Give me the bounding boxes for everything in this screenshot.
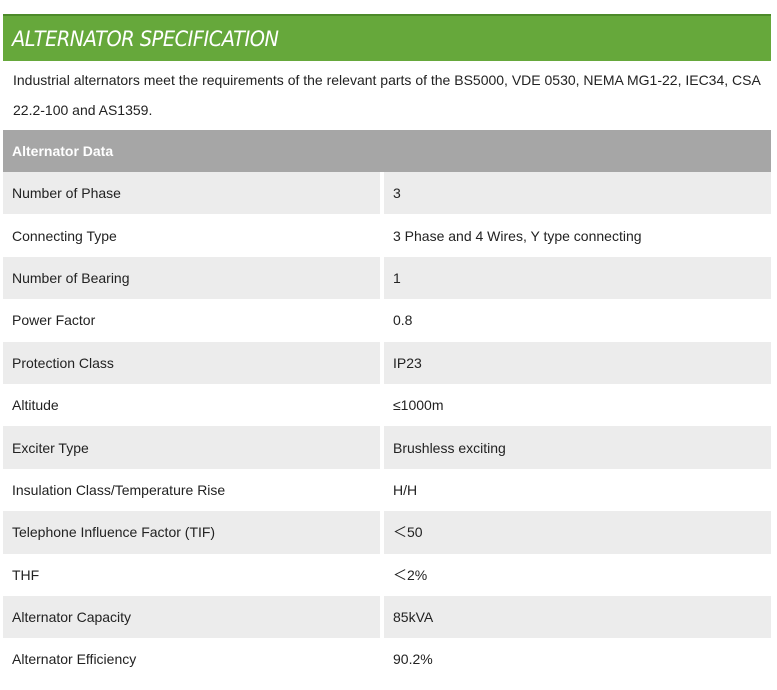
row-label: Connecting Type [3, 214, 384, 257]
row-value: ＜50 [393, 524, 423, 541]
row-label: Exciter Type [3, 426, 384, 469]
spec-table: Number of Phase 3 Connecting Type 3 Phas… [3, 172, 771, 681]
table-row: THF ＜2% [3, 553, 771, 596]
table-row: Altitude ≤1000m [3, 383, 771, 427]
table-row: Power Factor 0.8 [3, 299, 771, 342]
row-label: Alternator Capacity [3, 595, 384, 639]
row-value: 85kVA [393, 609, 434, 626]
spec-page: ALTERNATOR SPECIFICATION Industrial alte… [0, 0, 777, 690]
row-value: ＜2% [393, 566, 428, 583]
section-header: Alternator Data [3, 130, 771, 172]
row-label: Telephone Influence Factor (TIF) [3, 511, 384, 554]
row-value: H/H [393, 481, 418, 498]
row-label: THF [3, 553, 384, 596]
row-value: 90.2% [393, 651, 433, 668]
intro-text: Industrial alternators meet the requirem… [13, 72, 761, 118]
table-row: Number of Bearing 1 [3, 256, 771, 300]
row-label: Power Factor [3, 299, 384, 342]
table-row: Connecting Type 3 Phase and 4 Wires, Y t… [3, 214, 771, 257]
row-label: Alternator Efficiency [3, 638, 384, 681]
table-row: Alternator Capacity 85kVA [3, 595, 771, 639]
row-value: 1 [393, 269, 401, 286]
row-value: 3 Phase and 4 Wires, Y type connecting [393, 227, 642, 244]
title-bar: ALTERNATOR SPECIFICATION [3, 14, 771, 61]
table-row: Exciter Type Brushless exciting [3, 426, 771, 469]
table-row: Telephone Influence Factor (TIF) ＜50 [3, 511, 771, 554]
row-label: Protection Class [3, 341, 384, 384]
row-value: 3 [393, 185, 401, 202]
row-label: Number of Phase [3, 172, 384, 215]
row-value: 0.8 [393, 312, 413, 329]
row-label: Altitude [3, 383, 384, 427]
row-label: Number of Bearing [3, 256, 384, 300]
page-title: ALTERNATOR SPECIFICATION [12, 26, 279, 51]
table-row: Alternator Efficiency 90.2% [3, 638, 771, 681]
row-value: Brushless exciting [393, 439, 506, 456]
row-label: Insulation Class/Temperature Rise [3, 468, 384, 512]
table-row: Number of Phase 3 [3, 172, 771, 215]
table-row: Protection Class IP23 [3, 341, 771, 384]
row-value: ≤1000m [393, 397, 444, 414]
table-row: Insulation Class/Temperature Rise H/H [3, 468, 771, 512]
row-value: IP23 [393, 354, 422, 371]
